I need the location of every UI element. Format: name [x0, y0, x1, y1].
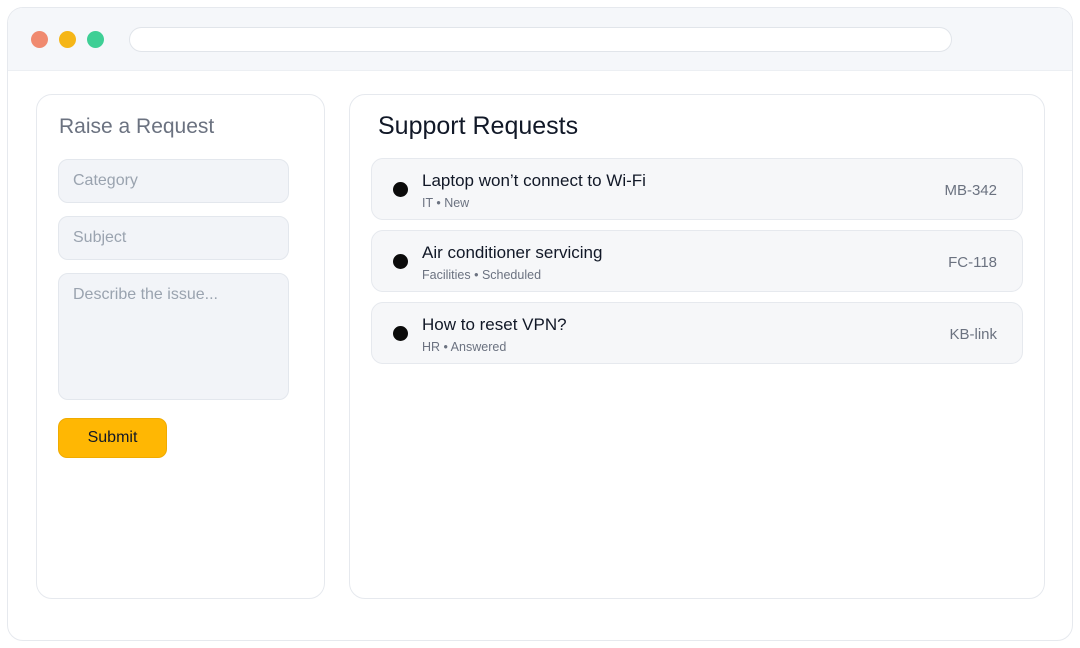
- status-dot-icon: [393, 326, 408, 341]
- request-item[interactable]: How to reset VPN? HR • Answered KB-link: [371, 302, 1023, 364]
- submit-button[interactable]: Submit: [58, 418, 167, 458]
- browser-window: Raise a Request Submit Support Requests …: [7, 7, 1073, 641]
- request-item[interactable]: Laptop won’t connect to Wi-Fi IT • New M…: [371, 158, 1023, 220]
- raise-request-title: Raise a Request: [59, 115, 215, 138]
- category-input[interactable]: [58, 159, 289, 203]
- request-meta: Facilities • Scheduled: [422, 268, 542, 282]
- request-item[interactable]: Air conditioner servicing Facilities • S…: [371, 230, 1023, 292]
- request-meta: IT • New: [422, 196, 470, 210]
- request-title: How to reset VPN?: [422, 315, 567, 334]
- status-dot-icon: [393, 254, 408, 269]
- request-list: Laptop won’t connect to Wi-Fi IT • New M…: [371, 158, 1023, 374]
- status-dot-icon: [393, 182, 408, 197]
- request-meta: HR • Answered: [422, 340, 507, 354]
- support-requests-title: Support Requests: [378, 112, 579, 140]
- request-id: KB-link: [949, 326, 997, 343]
- window-titlebar: [8, 8, 1072, 71]
- close-window-button[interactable]: [31, 31, 48, 48]
- request-title: Air conditioner servicing: [422, 243, 603, 262]
- maximize-window-button[interactable]: [87, 31, 104, 48]
- request-id: MB-342: [944, 182, 997, 199]
- raise-request-panel: Raise a Request Submit: [36, 94, 325, 599]
- request-title: Laptop won’t connect to Wi-Fi: [422, 171, 646, 190]
- support-requests-panel: Support Requests Laptop won’t connect to…: [349, 94, 1045, 599]
- minimize-window-button[interactable]: [59, 31, 76, 48]
- request-id: FC-118: [948, 254, 997, 271]
- describe-issue-textarea[interactable]: [58, 273, 289, 400]
- subject-input[interactable]: [58, 216, 289, 260]
- address-bar[interactable]: [129, 27, 952, 52]
